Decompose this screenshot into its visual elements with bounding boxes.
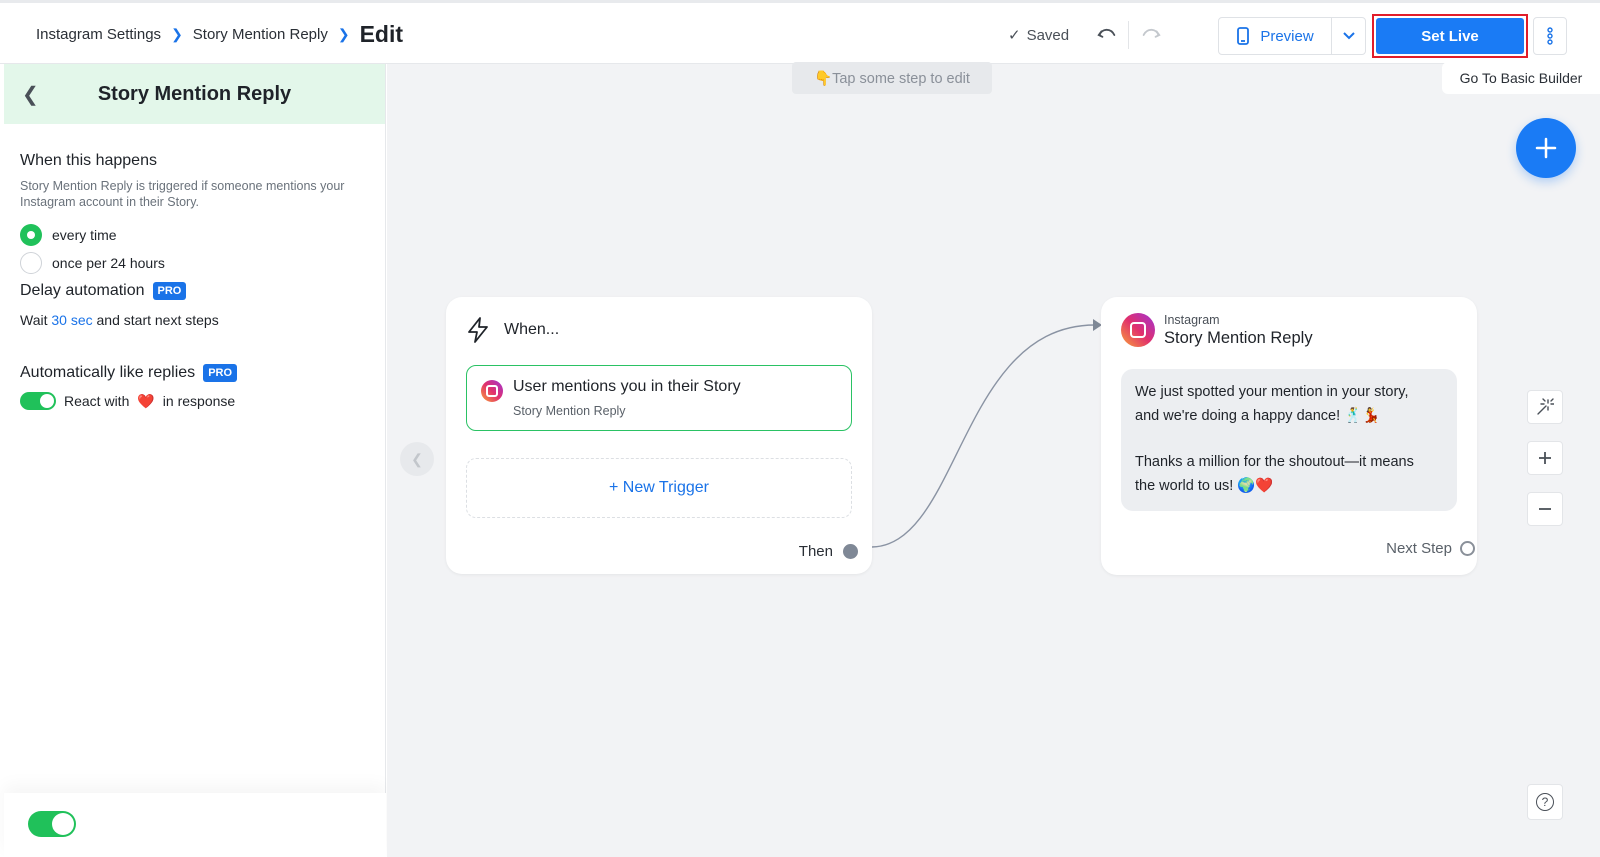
check-icon: ✓ [1008, 27, 1021, 44]
then-connector-handle[interactable] [843, 544, 858, 559]
option-once-per-24-hours[interactable]: once per 24 hours [20, 252, 369, 274]
react-prefix: React with [64, 393, 130, 409]
radio-unselected[interactable] [20, 252, 42, 274]
message-line: the world to us! 🌍❤️ [1135, 477, 1274, 494]
lightning-icon [468, 317, 488, 343]
trigger-description: Story Mention Reply is triggered if some… [20, 179, 345, 209]
message-line: and we're doing a happy dance! 🕺💃 [1135, 407, 1381, 424]
when-title: When... [504, 321, 560, 338]
chevron-right-icon: ❯ [337, 26, 350, 42]
when-header: When... [466, 317, 559, 343]
trigger-step-card[interactable]: When... User mentions you in their Story… [446, 297, 872, 574]
next-step-output: Next Step [1386, 540, 1475, 557]
wait-suffix: and start next steps [96, 312, 219, 328]
radio-selected[interactable] [20, 224, 42, 246]
next-step-label: Next Step [1386, 540, 1452, 557]
instagram-icon [1121, 313, 1155, 347]
set-live-highlight: Set Live [1372, 14, 1528, 58]
breadcrumb: Instagram Settings ❯ Story Mention Reply… [36, 21, 403, 48]
auto-like-heading: Automatically like replies PRO [20, 364, 369, 382]
go-to-basic-builder-button[interactable]: Go To Basic Builder [1442, 62, 1600, 94]
help-icon: ? [1536, 793, 1554, 811]
trigger-title: User mentions you in their Story [513, 378, 741, 395]
more-options-icon[interactable] [1533, 17, 1567, 55]
option-every-time[interactable]: every time [20, 224, 369, 246]
edit-tip: 👇Tap some step to edit [792, 62, 992, 94]
auto-like-toggle[interactable] [20, 392, 56, 410]
toolbar-divider [1128, 21, 1129, 49]
sidebar-header: ❮ Story Mention Reply [4, 64, 385, 124]
auto-arrange-button[interactable] [1527, 390, 1563, 424]
preview-group: Preview [1218, 17, 1366, 55]
heart-emoji: ❤️ [137, 392, 155, 409]
help-button[interactable]: ? [1527, 784, 1563, 820]
option-label: once per 24 hours [52, 255, 165, 271]
instagram-icon [481, 380, 503, 402]
wait-setting: Wait 30 sec and start next steps [20, 312, 369, 328]
wait-prefix: Wait [20, 312, 48, 328]
zoom-out-button[interactable] [1527, 492, 1563, 526]
pro-badge: PRO [152, 282, 187, 300]
settings-sidebar: ❮ Story Mention Reply When this happens … [4, 64, 386, 857]
trigger-subtitle: Story Mention Reply [513, 404, 626, 418]
magic-wand-icon [1537, 398, 1554, 415]
preview-button[interactable]: Preview [1219, 18, 1331, 54]
undo-icon[interactable] [1096, 24, 1118, 46]
option-label: every time [52, 227, 117, 243]
chevron-right-icon: ❯ [171, 26, 183, 42]
redo-icon[interactable] [1140, 24, 1162, 46]
new-trigger-button[interactable]: + New Trigger [466, 458, 852, 518]
auto-like-title: Automatically like replies [20, 364, 196, 381]
when-this-happens-heading: When this happens [20, 152, 157, 169]
top-bar: Instagram Settings ❯ Story Mention Reply… [0, 0, 1600, 64]
message-step-title: Story Mention Reply [1164, 329, 1313, 347]
collapse-sidebar-button[interactable]: ❮ [400, 442, 434, 476]
saved-status: ✓ Saved [1008, 26, 1070, 45]
minus-icon [1539, 508, 1551, 510]
zoom-in-button[interactable] [1527, 441, 1563, 475]
then-output: Then [799, 543, 858, 560]
add-step-button[interactable] [1516, 118, 1576, 178]
breadcrumb-story-mention-reply[interactable]: Story Mention Reply [193, 26, 328, 43]
chevron-down-icon[interactable] [1331, 18, 1365, 54]
automation-enabled-toggle[interactable] [28, 811, 76, 837]
plus-icon [1539, 452, 1551, 464]
next-step-connector-handle[interactable] [1460, 541, 1475, 556]
preview-label: Preview [1260, 27, 1314, 45]
page-title: Edit [359, 21, 404, 47]
saved-label: Saved [1026, 26, 1070, 44]
trigger-item[interactable]: User mentions you in their Story Story M… [466, 365, 852, 431]
message-bubble[interactable]: We just spotted your mention in your sto… [1121, 369, 1457, 511]
sidebar-footer [4, 793, 386, 857]
plus-icon [1535, 137, 1557, 159]
message-line: We just spotted your mention in your sto… [1135, 384, 1409, 400]
message-step-card[interactable]: Instagram Story Mention Reply We just sp… [1101, 297, 1477, 575]
delay-title: Delay automation [20, 282, 145, 299]
message-app-label: Instagram [1164, 313, 1220, 327]
set-live-button[interactable]: Set Live [1376, 18, 1524, 54]
breadcrumb-instagram-settings[interactable]: Instagram Settings [36, 26, 161, 43]
back-icon[interactable]: ❮ [22, 82, 39, 107]
phone-icon [1237, 27, 1250, 45]
message-line: Thanks a million for the shoutout—it mea… [1135, 454, 1414, 470]
delay-automation-heading: Delay automation PRO [20, 282, 369, 300]
sidebar-title: Story Mention Reply [97, 82, 292, 105]
react-suffix: in response [162, 393, 236, 409]
pro-badge: PRO [203, 364, 238, 382]
react-setting: React with ❤️ in response [20, 392, 369, 410]
then-label: Then [798, 543, 833, 560]
wait-duration-link[interactable]: 30 sec [51, 312, 92, 328]
